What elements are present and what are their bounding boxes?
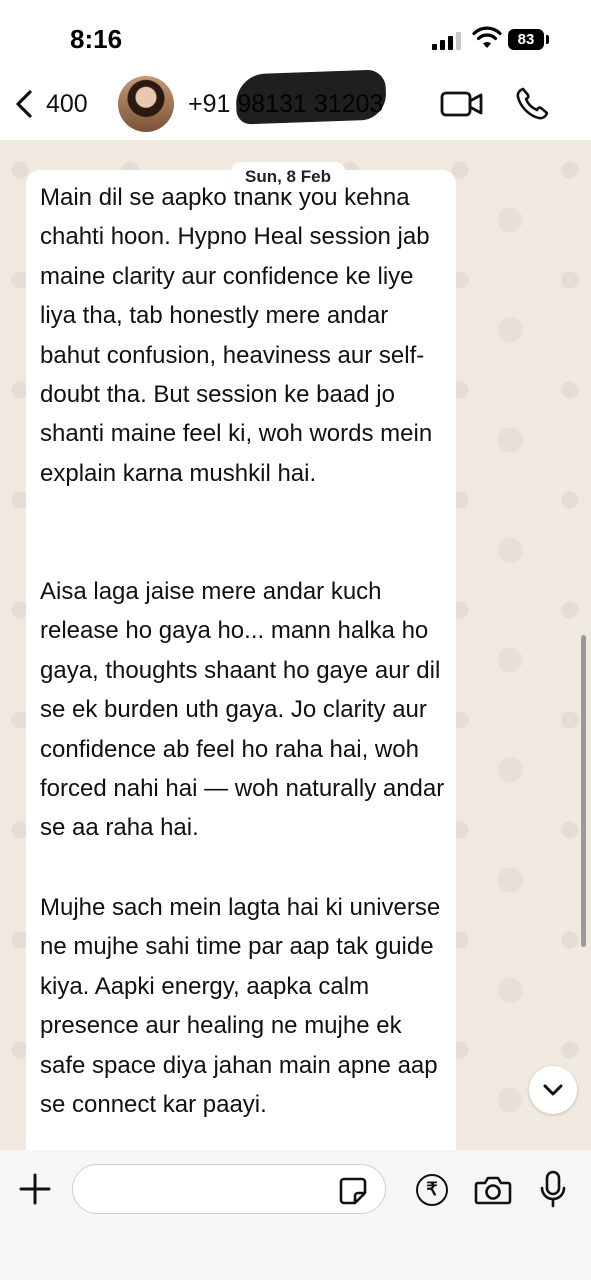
plus-icon[interactable] [18, 1172, 52, 1206]
sticker-icon[interactable] [338, 1176, 368, 1206]
microphone-icon[interactable] [539, 1170, 567, 1208]
status-bar: 8:16 83 [0, 0, 591, 70]
back-unread-count[interactable]: 400 [46, 90, 88, 119]
wifi-icon [472, 26, 502, 48]
rupee-icon[interactable]: ₹ [416, 1174, 448, 1206]
redaction-scribble [235, 69, 387, 125]
date-chip: Sun, 8 Feb [231, 162, 345, 192]
scroll-to-bottom-button[interactable] [529, 1066, 577, 1114]
camera-icon[interactable] [474, 1174, 512, 1206]
input-bar: ₹ [0, 1150, 591, 1280]
avatar[interactable] [118, 76, 174, 132]
battery-icon [546, 35, 549, 44]
video-camera-icon[interactable] [440, 88, 484, 120]
message-paragraph-1: Main dil se aapko thank you kehna chahti… [40, 184, 433, 487]
chevron-down-icon [543, 1084, 563, 1096]
chevron-left-icon[interactable] [12, 88, 36, 120]
cellular-signal-icon [432, 30, 464, 50]
message-paragraph-2: Aisa laga jaise mere andar kuch release … [40, 578, 445, 842]
scrollbar[interactable] [581, 635, 586, 947]
chat-header: 400 +91 98131 31203 [0, 69, 591, 140]
chat-area[interactable]: Main dil se aapko thank you kehna chahti… [0, 140, 591, 1150]
phone-icon[interactable] [514, 86, 550, 122]
message-paragraph-3: Mujhe sach mein lagta hai ki universe ne… [40, 894, 441, 1119]
status-time: 8:16 [70, 24, 123, 54]
battery-level: 83 [508, 29, 544, 50]
